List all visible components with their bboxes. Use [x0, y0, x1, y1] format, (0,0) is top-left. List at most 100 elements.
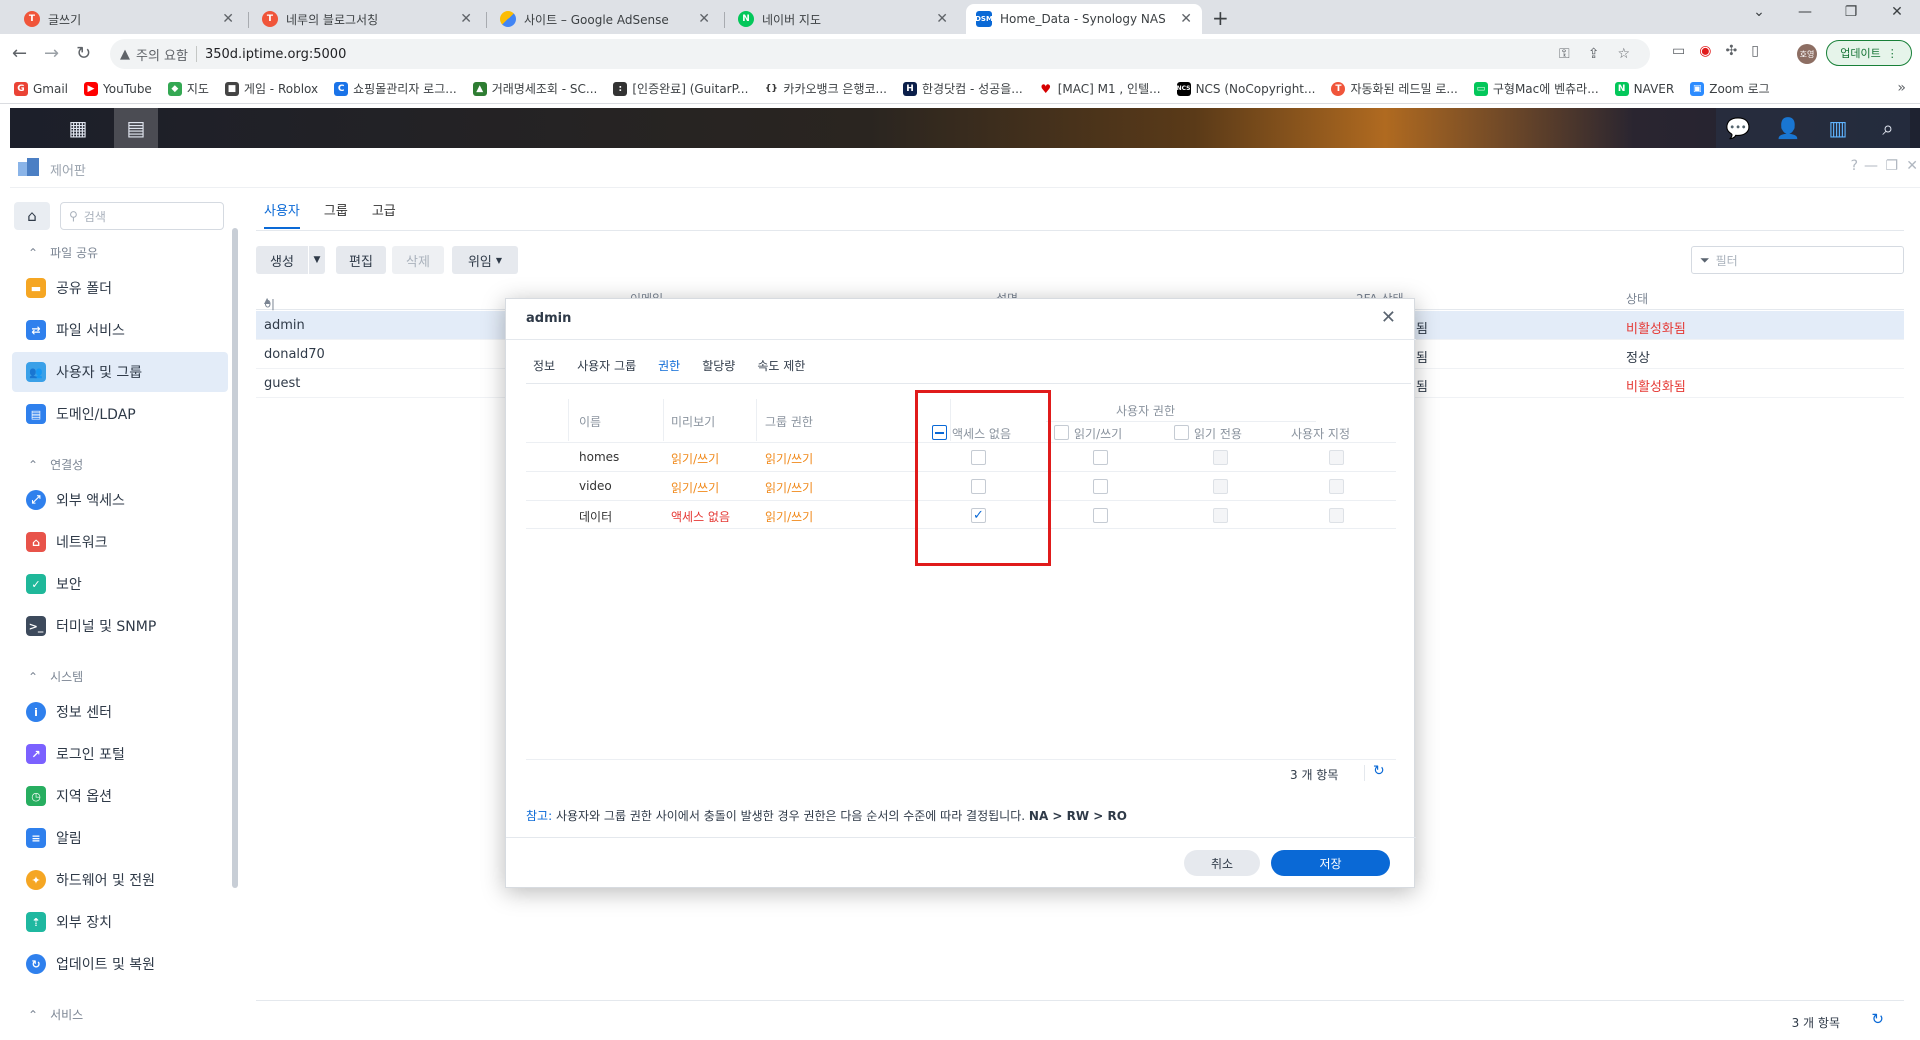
bookmark-item[interactable]: ▲ 거래명세조회 - SC... — [472, 80, 597, 97]
tab-users[interactable]: 사용자 — [264, 200, 300, 229]
sidebar-item-terminal-snmp[interactable]: >_ 터미널 및 SNMP — [12, 606, 228, 646]
minimize-icon[interactable]: — — [1782, 4, 1828, 20]
bookmark-item[interactable]: ▭ 구형Mac에 벤츄라... — [1473, 80, 1599, 97]
create-button[interactable]: 생성 — [256, 246, 308, 274]
restore-icon[interactable]: ❐ — [1828, 4, 1874, 20]
read-write-checkbox[interactable] — [1093, 508, 1108, 523]
section-services[interactable]: ⌃ 서비스 — [28, 1006, 83, 1023]
browser-tab[interactable]: 사이트 – Google AdSense ✕ — [490, 4, 720, 34]
close-icon[interactable]: ✕ — [460, 11, 472, 27]
sidebar-item-update-restore[interactable]: ↻ 업데이트 및 복원 — [12, 944, 228, 984]
create-dropdown-chevron-icon[interactable]: ▼ — [309, 246, 325, 274]
tab-search-chevron-icon[interactable]: ⌄ — [1736, 4, 1782, 20]
read-write-all-checkbox[interactable] — [1054, 425, 1069, 440]
bookmark-item[interactable]: H 한경닷컴 - 성공을... — [903, 80, 1023, 97]
sidebar-item-external-access[interactable]: ⤢ 외부 액세스 — [12, 480, 228, 520]
section-connectivity[interactable]: ⌃ 연결성 — [28, 456, 83, 473]
tab-speed-limit[interactable]: 속도 제한 — [757, 357, 805, 374]
home-icon[interactable]: ⌂ — [14, 202, 50, 230]
opera-icon[interactable]: ◉ — [1699, 43, 1711, 59]
tab-advanced[interactable]: 고급 — [372, 200, 396, 229]
sidebar-item-domain-ldap[interactable]: ▤ 도메인/LDAP — [12, 394, 228, 434]
bookmark-item[interactable]: C 쇼핑몰관리자 로그... — [334, 80, 457, 97]
custom-checkbox[interactable] — [1329, 508, 1344, 523]
sidebar-item-users-groups[interactable]: 👥 사용자 및 그룹 — [12, 352, 228, 392]
restore-icon[interactable]: ❐ — [1885, 158, 1898, 174]
key-icon[interactable]: ⚿ — [1559, 46, 1570, 62]
close-icon[interactable]: ✕ — [1180, 11, 1192, 27]
bookmark-item[interactable]: ▣ Zoom 로그 — [1690, 80, 1770, 97]
sidebar-item-shared-folder[interactable]: ▬ 공유 폴더 — [12, 268, 228, 308]
tab-groups[interactable]: 그룹 — [324, 200, 348, 229]
chat-icon[interactable]: 💬 — [1716, 108, 1760, 148]
search-input[interactable]: ⚲ 검색 — [60, 202, 224, 230]
address-bar[interactable]: ▲ 주의 요함 350d.iptime.org:5000 ⚿ ⇪ ☆ — [110, 39, 1650, 69]
browser-tab-active[interactable]: DSM Home_Data - Synology NAS ✕ — [966, 4, 1202, 34]
help-icon[interactable]: ? — [1851, 158, 1858, 174]
back-icon[interactable]: ← — [12, 43, 27, 64]
section-file-sharing[interactable]: ⌃ 파일 공유 — [28, 244, 98, 261]
sidebar-item-external-devices[interactable]: ⇡ 외부 장치 — [12, 902, 228, 942]
cast-icon[interactable]: ▭ — [1672, 43, 1685, 59]
main-menu-grid-icon[interactable]: ▦ — [56, 108, 100, 148]
read-only-checkbox[interactable] — [1213, 450, 1228, 465]
tab-info[interactable]: 정보 — [533, 357, 555, 374]
bookmark-item[interactable]: T 자동화된 레드밀 로... — [1331, 80, 1458, 97]
sidebar-item-security[interactable]: ✓ 보안 — [12, 564, 228, 604]
refresh-icon[interactable]: ↻ — [1373, 763, 1385, 779]
browser-tab[interactable]: T 글쓰기 ✕ — [14, 4, 244, 34]
filter-input[interactable]: ⏷ 필터 — [1691, 246, 1904, 274]
bookmark-item[interactable]: {} 카카오뱅크 은행코... — [764, 80, 887, 97]
read-only-all-checkbox[interactable] — [1174, 425, 1189, 440]
section-system[interactable]: ⌃ 시스템 — [28, 668, 83, 685]
close-icon[interactable]: ✕ — [698, 11, 710, 27]
sidebar-item-regional-options[interactable]: ◷ 지역 옵션 — [12, 776, 228, 816]
column-status[interactable]: 상태 — [1626, 290, 1648, 307]
search-icon[interactable]: ⌕ — [1866, 108, 1910, 148]
update-button[interactable]: 업데이트 ⋮ — [1826, 40, 1912, 66]
sidebar-item-notifications[interactable]: ≡ 알림 — [12, 818, 228, 858]
bookmark-item[interactable]: G Gmail — [14, 81, 68, 96]
bookmarks-overflow-icon[interactable]: » — [1897, 80, 1906, 96]
save-button[interactable]: 저장 — [1271, 850, 1390, 876]
browser-tab[interactable]: T 네루의 블로그서칭 ✕ — [252, 4, 482, 34]
bookmark-item[interactable]: NCS NCS (NoCopyright... — [1176, 81, 1315, 96]
profile-avatar[interactable]: 호영 — [1797, 44, 1817, 64]
delete-button[interactable]: 삭제 — [392, 246, 444, 274]
sidebar-scrollbar[interactable] — [232, 228, 238, 888]
new-tab-plus-icon[interactable]: + — [1212, 6, 1229, 30]
sidebar-item-network[interactable]: ⌂ 네트워크 — [12, 522, 228, 562]
bookmark-item[interactable]: : [인증완료] (GuitarP... — [613, 80, 748, 97]
bookmark-item[interactable]: N NAVER — [1614, 81, 1674, 96]
sidebar-item-info-center[interactable]: i 정보 센터 — [12, 692, 228, 732]
read-write-checkbox[interactable] — [1093, 479, 1108, 494]
sidebar-item-hardware-power[interactable]: ✦ 하드웨어 및 전원 — [12, 860, 228, 900]
side-panel-icon[interactable]: ▯ — [1751, 43, 1759, 59]
tab-permissions[interactable]: 권한 — [658, 357, 680, 374]
close-icon[interactable]: ✕ — [1381, 307, 1396, 328]
reload-icon[interactable]: ↻ — [76, 43, 91, 64]
cancel-button[interactable]: 취소 — [1184, 850, 1260, 876]
read-only-checkbox[interactable] — [1213, 508, 1228, 523]
bookmark-item[interactable]: ♥ [MAC] M1 , 인텔... — [1038, 80, 1161, 97]
read-only-checkbox[interactable] — [1213, 479, 1228, 494]
close-icon[interactable]: ✕ — [936, 11, 948, 27]
window-close-icon[interactable]: ✕ — [1874, 4, 1920, 20]
share-icon[interactable]: ⇪ — [1588, 46, 1600, 62]
bookmark-item[interactable]: ■ 게임 - Roblox — [224, 80, 318, 97]
custom-checkbox[interactable] — [1329, 479, 1344, 494]
widgets-icon[interactable]: ▥ — [1816, 108, 1860, 148]
bookmark-item[interactable]: ◆ 지도 — [167, 80, 209, 97]
sidebar-item-file-services[interactable]: ⇄ 파일 서비스 — [12, 310, 228, 350]
puzzle-icon[interactable]: ✣ — [1725, 43, 1737, 59]
read-write-checkbox[interactable] — [1093, 450, 1108, 465]
browser-tab[interactable]: N 네이버 지도 ✕ — [728, 4, 958, 34]
minimize-icon[interactable]: — — [1864, 158, 1878, 174]
forward-icon[interactable]: → — [44, 43, 59, 64]
tab-user-groups[interactable]: 사용자 그룹 — [577, 357, 636, 374]
edit-button[interactable]: 편집 — [336, 246, 386, 274]
user-icon[interactable]: 👤 — [1766, 108, 1810, 148]
sidebar-item-login-portal[interactable]: ↗ 로그인 포털 — [12, 734, 228, 774]
control-panel-taskbar-icon[interactable]: ▤ — [114, 108, 158, 148]
star-icon[interactable]: ☆ — [1617, 46, 1630, 62]
